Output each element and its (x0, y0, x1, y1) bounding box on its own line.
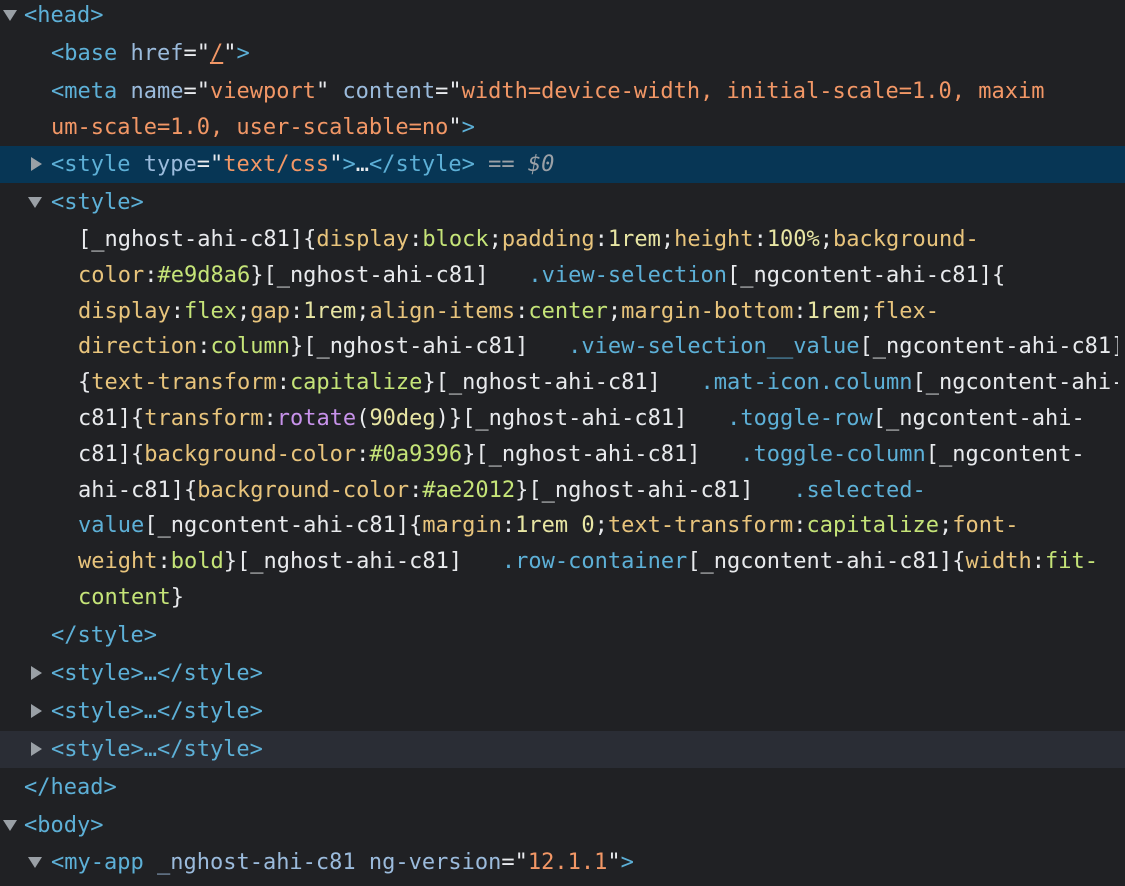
meta-node[interactable]: <meta name="viewport" content="width=dev… (0, 73, 1125, 110)
expand-triangle-icon[interactable] (3, 10, 17, 21)
collapse-triangle-icon[interactable] (3, 820, 17, 831)
tag-text: <head> (24, 3, 104, 28)
css-text-line: c81]{background-color:#0a9396}[_nghost-a… (78, 441, 1085, 467)
console-ref-marker: == $0 (488, 152, 555, 177)
css-text-line: ahi-c81]{background-color:#ae2012}[_ngho… (78, 477, 926, 503)
expand-triangle-icon[interactable] (31, 742, 42, 756)
attr-name: type (143, 152, 197, 177)
css-text-line: {text-transform:capitalize}[_nghost-ahi-… (78, 370, 1118, 396)
attr-name: ng-version (368, 850, 502, 875)
style-node-collapsed[interactable]: <style>…</style> (0, 655, 1125, 692)
collapse-triangle-icon[interactable] (28, 857, 42, 868)
css-text-line: color:#e9d8a6}[_nghost-ahi-c81] .view-se… (78, 262, 1006, 288)
style-node-collapsed[interactable]: <style>…</style> (0, 731, 1125, 768)
attr-name: name (130, 79, 184, 104)
attr-value: width=device-width, initial-scale=1.0, m… (461, 79, 1045, 104)
tag-text: <body> (24, 813, 104, 838)
attr-name: _nghost-ahi-c81 (156, 850, 356, 875)
meta-node-wrap: um-scale=1.0, user-scalable=no"> (51, 115, 475, 140)
style-node-selected[interactable]: <style type="text/css">…</style> == $0 (0, 146, 1125, 183)
attr-value: text/css (223, 152, 330, 177)
attr-value: viewport (209, 79, 316, 104)
style-text-content[interactable]: [_nghost-ahi-c81]{display:block;padding:… (78, 222, 1118, 616)
base-node[interactable]: <base href="/"> (0, 35, 1125, 72)
attr-value: 12.1.1 (527, 850, 608, 875)
attr-name: content (342, 79, 436, 104)
tag-text: </head> (24, 775, 117, 800)
tag-name: base (64, 41, 118, 66)
attr-value: um-scale=1.0, user-scalable=no (51, 115, 449, 140)
ellipsis: … (355, 152, 369, 177)
collapse-triangle-icon[interactable] (28, 197, 42, 208)
tag-text: </style> (51, 623, 157, 648)
css-text-line: direction:column}[_nghost-ahi-c81] .view… (78, 334, 1118, 360)
head-open-node[interactable]: <head> (0, 0, 1125, 34)
head-close-node[interactable]: </head> (0, 769, 1125, 806)
expand-triangle-icon[interactable] (31, 157, 42, 171)
tag-text: <style>…</style> (51, 699, 263, 724)
style-node-collapsed[interactable]: <style>…</style> (0, 693, 1125, 730)
tag-name: meta (64, 79, 118, 104)
elements-dom-tree: <head> <base href="/"> <meta name="viewp… (0, 0, 1125, 886)
attr-link[interactable]: / (210, 41, 223, 66)
tag-text: <style> (51, 190, 144, 215)
tag-name: style (64, 152, 131, 177)
expand-triangle-icon[interactable] (31, 666, 42, 680)
css-text-line: weight:bold}[_nghost-ahi-c81] .row-conta… (78, 549, 1098, 575)
tag-text: <style>…</style> (51, 737, 263, 762)
css-text-line: value[_ngcontent-ahi-c81]{margin:1rem 0;… (78, 513, 1019, 539)
tag-text: <style>…</style> (51, 661, 263, 686)
css-text-line: content} (78, 584, 184, 610)
expand-triangle-icon[interactable] (31, 704, 42, 718)
css-text-line: display:flex;gap:1rem;align-items:center… (78, 298, 940, 324)
attr-name: href (130, 41, 184, 66)
my-app-node[interactable]: <my-app _nghost-ahi-c81 ng-version="12.1… (0, 844, 1125, 881)
css-text-line: [_nghost-ahi-c81]{display:block;padding:… (78, 227, 979, 252)
tag-name: my-app (64, 850, 144, 875)
body-open-node[interactable]: <body> (0, 807, 1125, 844)
css-text-line: c81]{transform:rotate(90deg)}[_nghost-ah… (78, 405, 1085, 431)
style-close-node[interactable]: </style> (0, 617, 1125, 654)
style-node-expanded[interactable]: <style> (0, 184, 1125, 221)
